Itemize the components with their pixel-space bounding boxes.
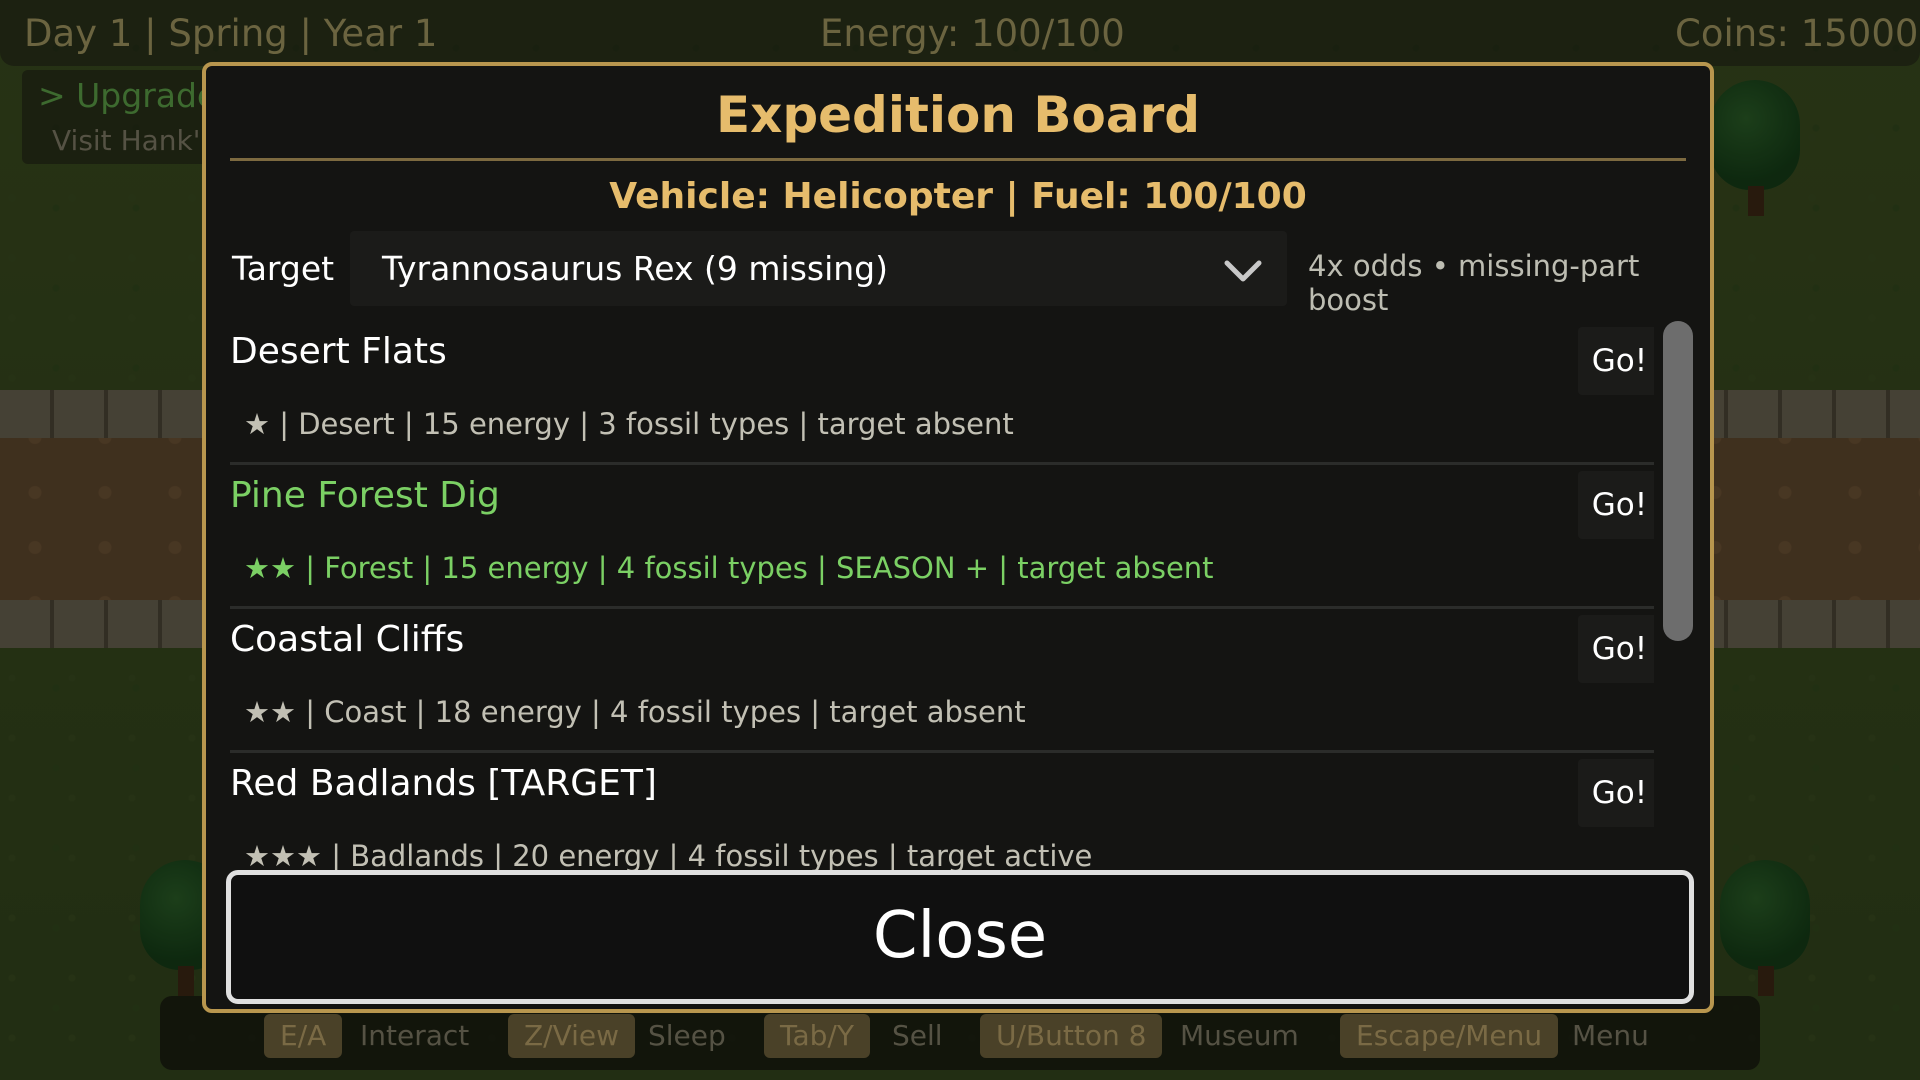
expedition-row: Desert Flats ★ | Desert | 15 energy | 3 … xyxy=(230,321,1654,465)
expedition-details: ★ | Desert | 15 energy | 3 fossil types … xyxy=(244,407,1014,441)
quest-subtitle: Visit Hank' xyxy=(52,124,201,157)
go-button[interactable]: Go! xyxy=(1578,615,1654,683)
hotkey-museum-key: U/Button 8 xyxy=(980,1014,1163,1058)
go-button[interactable]: Go! xyxy=(1578,471,1654,539)
odds-note: 4x odds • missing-part boost xyxy=(1308,249,1640,317)
expedition-details: ★★★ | Badlands | 20 energy | 4 fossil ty… xyxy=(244,839,1093,873)
energy-label: Energy: 100/100 xyxy=(820,12,1125,55)
hotkey-menu-key: Escape/Menu xyxy=(1340,1014,1559,1058)
expedition-details: ★★ | Forest | 15 energy | 4 fossil types… xyxy=(244,551,1214,585)
expedition-list: Desert Flats ★ | Desert | 15 energy | 3 … xyxy=(230,321,1654,931)
hotkey-sleep-key: Z/View xyxy=(508,1014,636,1058)
go-button[interactable]: Go! xyxy=(1578,327,1654,395)
close-button[interactable]: Close xyxy=(226,870,1694,1004)
expedition-row: Pine Forest Dig ★★ | Forest | 15 energy … xyxy=(230,465,1654,609)
target-dropdown[interactable]: Tyrannosaurus Rex (9 missing) xyxy=(350,231,1287,306)
vehicle-fuel-label: Vehicle: Helicopter | Fuel: 100/100 xyxy=(609,176,1307,217)
chevron-down-icon xyxy=(1224,260,1262,282)
list-scrollbar[interactable] xyxy=(1661,321,1695,931)
go-button[interactable]: Go! xyxy=(1578,759,1654,827)
dialog-title: Expedition Board xyxy=(715,86,1201,144)
hotkey-menu-action: Menu xyxy=(1572,1019,1649,1052)
hotkey-sleep-action: Sleep xyxy=(648,1019,726,1052)
expedition-name: Red Badlands [TARGET] xyxy=(230,763,657,804)
hud-bar: Day 1 | Spring | Year 1 Energy: 100/100 … xyxy=(0,0,1920,66)
hotkey-interact-key: E/A xyxy=(264,1014,343,1058)
expedition-name: Pine Forest Dig xyxy=(230,475,500,516)
coins-label: Coins: 15000 xyxy=(1675,12,1919,55)
hotkey-museum-action: Museum xyxy=(1180,1019,1299,1052)
expedition-row: Coastal Cliffs ★★ | Coast | 18 energy | … xyxy=(230,609,1654,753)
hotkey-interact-action: Interact xyxy=(360,1019,470,1052)
expedition-board-dialog: Expedition Board Vehicle: Helicopter | F… xyxy=(202,62,1714,1013)
hotkey-sell-action: Sell xyxy=(892,1019,943,1052)
expedition-name: Desert Flats xyxy=(230,331,447,372)
expedition-name: Coastal Cliffs xyxy=(230,619,465,660)
target-label: Target xyxy=(232,249,335,288)
hotkey-sell-key: Tab/Y xyxy=(764,1014,870,1058)
scrollbar-thumb[interactable] xyxy=(1663,321,1693,641)
title-divider xyxy=(230,158,1686,161)
quest-title: > Upgrade xyxy=(38,76,218,115)
date-label: Day 1 | Spring | Year 1 xyxy=(24,12,438,55)
expedition-details: ★★ | Coast | 18 energy | 4 fossil types … xyxy=(244,695,1026,729)
target-dropdown-value: Tyrannosaurus Rex (9 missing) xyxy=(382,249,889,288)
